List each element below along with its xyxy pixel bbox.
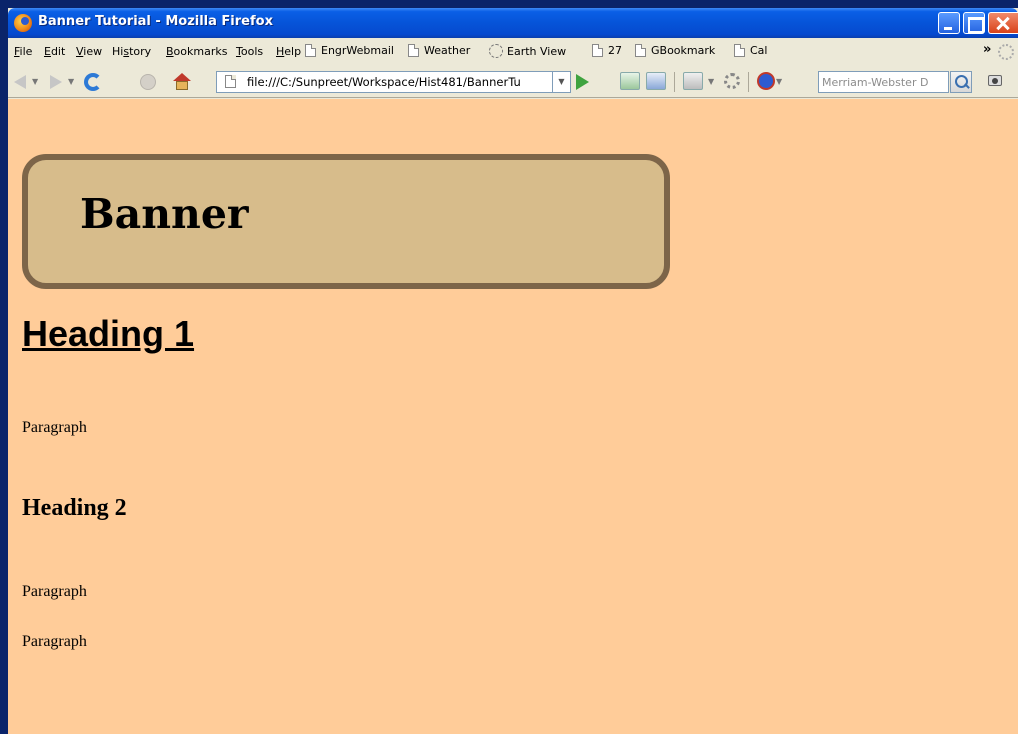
paragraph-3: Paragraph bbox=[22, 633, 87, 650]
camera-icon[interactable] bbox=[988, 75, 1002, 86]
url-bar[interactable]: file:///C:/Sunpreet/Workspace/Hist481/Ba… bbox=[216, 71, 553, 93]
menu-bookmarks[interactable]: Bookmarks bbox=[166, 45, 227, 58]
forward-arrow-icon[interactable] bbox=[50, 75, 62, 89]
browser-window: Banner Tutorial - Mozilla Firefox File E… bbox=[8, 8, 1018, 734]
title-bar[interactable]: Banner Tutorial - Mozilla Firefox bbox=[8, 8, 1018, 38]
menu-view[interactable]: View bbox=[76, 45, 102, 58]
gear-icon[interactable] bbox=[724, 73, 740, 89]
bookmark-label: Earth View bbox=[507, 45, 567, 58]
menu-history[interactable]: History bbox=[112, 45, 151, 58]
close-button[interactable] bbox=[988, 12, 1018, 34]
css-dropdown-icon[interactable]: ▼ bbox=[708, 77, 714, 97]
home-base bbox=[176, 81, 188, 90]
home-roof bbox=[173, 73, 191, 81]
merriam-webster-icon[interactable] bbox=[757, 72, 775, 90]
menu-tools[interactable]: Tools bbox=[236, 45, 263, 58]
css-icon[interactable] bbox=[683, 72, 703, 90]
globe-icon bbox=[489, 44, 503, 58]
bookmark-gbookmark[interactable]: GBookmark bbox=[635, 44, 715, 57]
menu-edit[interactable]: Edit bbox=[44, 45, 65, 58]
minimize-button[interactable] bbox=[938, 12, 960, 34]
toolbar-separator bbox=[748, 72, 749, 92]
page-icon bbox=[592, 44, 603, 57]
new-tab-icon[interactable] bbox=[620, 72, 640, 90]
bookmark-weather[interactable]: Weather bbox=[408, 44, 470, 57]
page-content: Banner Heading 1 Paragraph Heading 2 Par… bbox=[8, 99, 1018, 734]
paragraph-1: Paragraph bbox=[22, 419, 87, 436]
back-arrow-icon[interactable] bbox=[14, 75, 26, 89]
bookmark-label: 27 bbox=[608, 44, 622, 57]
back-dropdown-icon[interactable]: ▼ bbox=[32, 77, 38, 97]
stop-icon[interactable] bbox=[140, 74, 156, 90]
search-placeholder: Merriam-Webster D bbox=[822, 76, 929, 89]
bookmark-label: EngrWebmail bbox=[321, 44, 394, 57]
banner-title: Banner bbox=[80, 190, 249, 238]
url-history-dropdown[interactable]: ▼ bbox=[553, 71, 571, 93]
go-arrow-icon[interactable] bbox=[576, 74, 589, 90]
forward-dropdown-icon[interactable]: ▼ bbox=[68, 77, 74, 97]
navigation-toolbar: ▼ ▼ file:///C:/Sunpreet/Workspace/Hist48… bbox=[8, 66, 1018, 98]
bookmark-label: GBookmark bbox=[651, 44, 716, 57]
magnifier-icon[interactable] bbox=[950, 71, 972, 93]
banner-box: Banner bbox=[22, 154, 670, 289]
page-icon bbox=[635, 44, 646, 57]
page-icon bbox=[734, 44, 745, 57]
bookmarks-overflow-button[interactable]: » bbox=[983, 42, 991, 57]
search-input[interactable]: Merriam-Webster D bbox=[818, 71, 949, 93]
home-icon[interactable] bbox=[173, 73, 191, 90]
url-text: file:///C:/Sunpreet/Workspace/Hist481/Ba… bbox=[247, 75, 521, 89]
page-icon bbox=[305, 44, 316, 57]
reload-icon[interactable] bbox=[84, 73, 102, 91]
menu-help[interactable]: Help bbox=[276, 45, 301, 58]
bookmark-cal[interactable]: Cal bbox=[734, 44, 767, 57]
heading-2: Heading 2 bbox=[22, 495, 127, 521]
toolbar-separator bbox=[674, 72, 675, 92]
window-title: Banner Tutorial - Mozilla Firefox bbox=[38, 14, 273, 29]
page-icon bbox=[225, 75, 236, 88]
search-engine-dropdown-icon[interactable]: ▼ bbox=[776, 77, 782, 97]
throbber-icon bbox=[998, 44, 1014, 60]
bookmark-label: Cal bbox=[750, 44, 768, 57]
paragraph-2: Paragraph bbox=[22, 583, 87, 600]
page-icon bbox=[408, 44, 419, 57]
menu-file[interactable]: File bbox=[14, 45, 32, 58]
bookmark-27[interactable]: 27 bbox=[592, 44, 622, 57]
bookmark-engrwebmail[interactable]: EngrWebmail bbox=[305, 44, 394, 57]
bookmark-earth-view[interactable]: Earth View bbox=[489, 44, 566, 58]
maximize-button[interactable] bbox=[963, 12, 985, 34]
bookmark-label: Weather bbox=[424, 44, 471, 57]
firefox-icon bbox=[14, 14, 32, 32]
heading-1: Heading 1 bbox=[22, 313, 195, 354]
window-icon[interactable] bbox=[646, 72, 666, 90]
menu-bar: File Edit View History Bookmarks Tools H… bbox=[8, 38, 1018, 66]
